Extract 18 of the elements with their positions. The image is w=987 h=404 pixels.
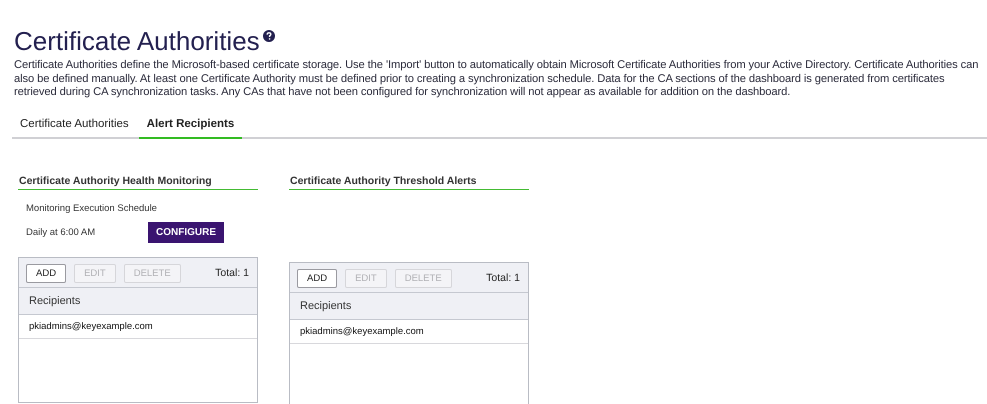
configure-button[interactable]: CONFIGURE [148,222,224,242]
section-title: Certificate Authority Threshold Alerts [289,174,529,190]
schedule-value: Daily at 6:00 AM [26,226,96,238]
tab[interactable]: Certificate Authorities [12,112,139,138]
total-count: Total: 1 [486,272,520,284]
toolbar-button[interactable]: ADD [297,268,338,288]
toolbar-button[interactable]: ADD [26,264,66,282]
column-header: Recipients [290,292,528,320]
help-icon[interactable] [262,30,275,42]
description-text: Certificate Authorities define the Microsoft-based certificate storage. Use the 'Import' button to automatically obtain Microsoft Certificate Authorities from your Active Directory. Certificate Authorities can also be defined manually. At least one Certificate Authority must be defined prior to creating a synchronization schedule. Data for the CA sections of the dashboard is generated from certificates retrieved during CA synchronization tasks. Any CAs that have not been configured for synchronization will not appear as available for addition on the dashboard. [14,59,980,100]
page-title: Certificate Authorities [14,26,260,56]
column-header: Recipients [19,288,257,314]
tab[interactable]: Alert Recipients [138,112,242,138]
total-count: Total: 1 [215,267,249,279]
table-cell[interactable]: pkiadmins@keyexample.com [290,320,528,344]
section-title: Certificate Authority Health Monitoring [18,174,258,190]
table-cell[interactable]: pkiadmins@keyexample.com [19,314,257,338]
schedule-label: Monitoring Execution Schedule [26,202,158,214]
